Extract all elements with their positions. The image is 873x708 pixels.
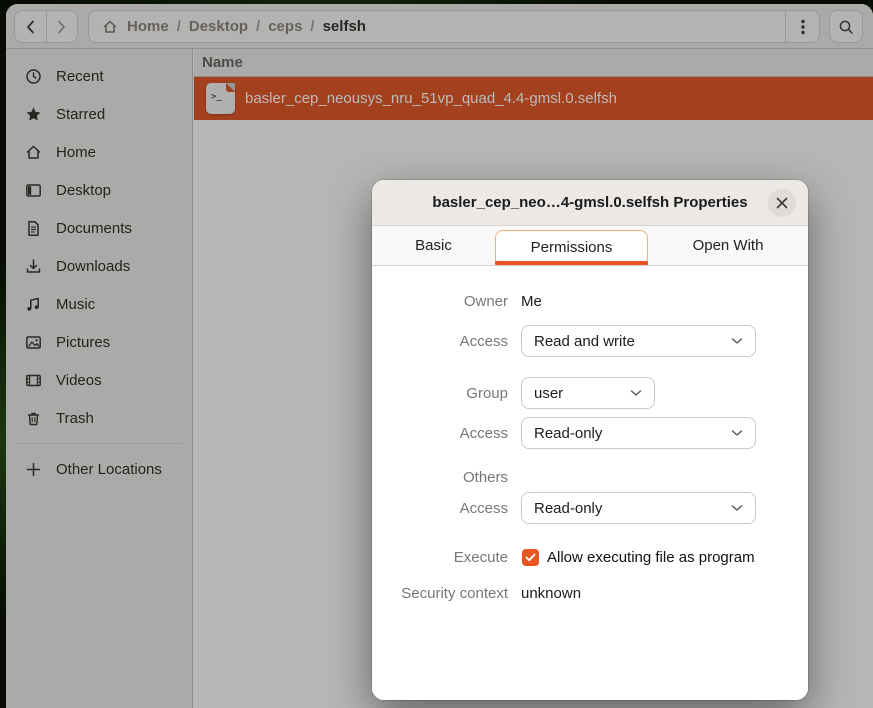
permissions-panel: Owner Me Access Read and write Group use…	[372, 266, 808, 700]
dialog-tab-bar: Basic Permissions Open With	[372, 226, 808, 266]
owner-label: Owner	[372, 293, 521, 310]
owner-value: Me	[521, 293, 542, 310]
tab-label: Permissions	[531, 239, 613, 256]
security-context-label: Security context	[372, 585, 521, 602]
group-access-label: Access	[372, 425, 521, 442]
others-row: Others	[372, 466, 780, 488]
checkmark-icon	[525, 553, 536, 562]
group-label: Group	[372, 385, 521, 402]
others-access-row: Access Read-only	[372, 492, 780, 524]
execute-checkbox[interactable]	[522, 549, 539, 566]
chevron-down-icon	[731, 504, 743, 512]
execute-label: Execute	[372, 549, 521, 566]
tab-label: Open With	[693, 237, 764, 254]
tab-permissions[interactable]: Permissions	[495, 230, 648, 265]
chevron-down-icon	[731, 429, 743, 437]
owner-access-value: Read and write	[534, 333, 635, 350]
owner-access-row: Access Read and write	[372, 325, 780, 357]
security-context-row: Security context unknown	[372, 582, 780, 604]
group-access-dropdown[interactable]: Read-only	[521, 417, 756, 449]
others-label: Others	[372, 469, 521, 486]
group-access-row: Access Read-only	[372, 417, 780, 449]
dialog-title: basler_cep_neo…4-gmsl.0.selfsh Propertie…	[432, 194, 747, 211]
tab-label: Basic	[415, 237, 452, 254]
others-access-label: Access	[372, 500, 521, 517]
properties-dialog: basler_cep_neo…4-gmsl.0.selfsh Propertie…	[372, 180, 808, 700]
execute-checkbox-label[interactable]: Allow executing file as program	[547, 549, 755, 566]
execute-row: Execute Allow executing file as program	[372, 546, 780, 568]
dialog-header: basler_cep_neo…4-gmsl.0.selfsh Propertie…	[372, 180, 808, 226]
others-access-dropdown[interactable]: Read-only	[521, 492, 756, 524]
owner-access-dropdown[interactable]: Read and write	[521, 325, 756, 357]
group-access-value: Read-only	[534, 425, 602, 442]
owner-access-label: Access	[372, 333, 521, 350]
others-access-value: Read-only	[534, 500, 602, 517]
group-value: user	[534, 385, 563, 402]
chevron-down-icon	[630, 389, 642, 397]
close-icon	[776, 197, 788, 209]
tab-open-with[interactable]: Open With	[648, 226, 808, 265]
close-button[interactable]	[768, 189, 796, 217]
group-dropdown[interactable]: user	[521, 377, 655, 409]
security-context-value: unknown	[521, 585, 581, 602]
chevron-down-icon	[731, 337, 743, 345]
tab-basic[interactable]: Basic	[372, 226, 495, 265]
group-row: Group user	[372, 377, 780, 409]
owner-row: Owner Me	[372, 290, 780, 312]
